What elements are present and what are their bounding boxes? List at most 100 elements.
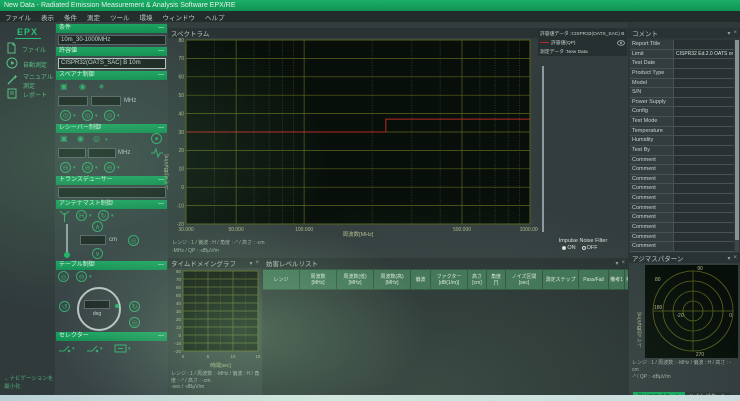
menu-item-1[interactable]: 表示 <box>41 12 54 22</box>
sidebar-item-file[interactable]: ファイル <box>6 42 46 56</box>
mast-speed-dial[interactable]: ↻ <box>98 210 109 221</box>
analyzer-connect-icon[interactable]: ◉ <box>79 82 86 92</box>
comment-row-value[interactable] <box>674 204 734 213</box>
chevron-down-icon[interactable]: ▾ <box>73 113 76 119</box>
chevron-down-icon[interactable]: ▾ <box>100 346 103 352</box>
analyzer-stop-freq-field[interactable] <box>91 96 121 106</box>
noise-filter-radio-on[interactable]: ON <box>562 245 575 251</box>
chevron-down-icon[interactable]: ▾ <box>73 165 76 171</box>
limit-section-header[interactable]: 許容値— <box>56 47 167 56</box>
pin-icon[interactable]: ▾ <box>249 260 252 267</box>
nav-minimize-button[interactable]: ←ナビゲーションを最小化 <box>4 374 55 390</box>
table-speed-button[interactable]: ⊖ <box>76 271 87 282</box>
close-icon[interactable]: × <box>733 255 737 261</box>
comment-row-value[interactable] <box>674 59 734 68</box>
close-icon[interactable]: × <box>255 260 259 266</box>
chevron-down-icon[interactable]: ▾ <box>128 346 131 352</box>
chevron-down-icon[interactable]: ▾ <box>95 113 98 119</box>
condition-select[interactable]: 10m_30-1000MHz <box>58 35 166 45</box>
comment-row-value[interactable] <box>674 242 734 251</box>
mast-up-button[interactable]: ∧ <box>92 221 103 232</box>
analyzer-preset-button-3[interactable]: ⊙ <box>104 110 115 121</box>
comment-row-value[interactable] <box>674 79 734 88</box>
comment-row-value[interactable] <box>674 127 734 136</box>
transducer-select[interactable] <box>58 187 166 198</box>
comment-row-value[interactable] <box>674 40 734 49</box>
receiver-detector-button-2[interactable]: ⊖ <box>82 162 93 173</box>
peak-search-icon[interactable]: ∗ <box>98 82 105 92</box>
legend-splitter[interactable] <box>542 66 544 232</box>
chevron-down-icon[interactable]: ▾ <box>105 137 108 143</box>
menu-item-0[interactable]: ファイル <box>5 12 31 22</box>
comment-row-value[interactable] <box>674 223 734 232</box>
list-column-header-9[interactable]: 測定ステップ <box>543 269 579 290</box>
comment-row-value[interactable] <box>674 88 734 97</box>
table-mode-button[interactable]: ◎ <box>58 271 69 282</box>
polarization-button[interactable]: H <box>76 210 87 221</box>
receiver-bcn-icon[interactable]: ◉ <box>77 134 84 144</box>
comment-row-value[interactable] <box>674 184 734 193</box>
analyzer-display-icon[interactable]: ▣ <box>60 82 68 92</box>
chevron-down-icon[interactable]: ▾ <box>72 346 75 352</box>
comment-scrollbar-track[interactable] <box>735 40 739 252</box>
comment-row-value[interactable] <box>674 194 734 203</box>
attenuator-icon[interactable] <box>150 147 164 159</box>
noise-filter-radio-off[interactable]: OFF <box>582 245 598 251</box>
comment-row-value[interactable] <box>674 136 734 145</box>
analyzer-preset-button-1[interactable]: ⊙ <box>60 110 71 121</box>
comment-row-value[interactable] <box>674 69 734 78</box>
pin-icon[interactable]: ▾ <box>615 260 618 267</box>
chevron-down-icon[interactable]: ▾ <box>117 165 120 171</box>
table-rotate-cw-button[interactable]: ↻ <box>129 301 140 312</box>
list-column-header-1[interactable]: 周波数[MHz] <box>300 269 337 290</box>
comment-scrollbar-thumb[interactable] <box>735 40 739 240</box>
receiver-stop-button[interactable]: ■ <box>151 133 162 144</box>
sidebar-item-auto-measure[interactable]: 自動測定 <box>6 57 47 71</box>
chevron-down-icon[interactable]: ▾ <box>117 113 120 119</box>
mast-down-button[interactable]: ∨ <box>92 248 103 259</box>
eye-icon[interactable] <box>617 40 625 46</box>
antenna-mast-section-header[interactable]: アンテナマスト制御— <box>56 200 167 209</box>
list-column-header-5[interactable]: ファクター[dB(1/m)] <box>431 269 468 290</box>
close-icon[interactable]: × <box>621 260 625 266</box>
comment-row-value[interactable] <box>674 165 734 174</box>
pin-icon[interactable]: ▾ <box>727 30 730 37</box>
turntable-angle-field[interactable] <box>84 300 110 309</box>
close-icon[interactable]: × <box>733 30 737 36</box>
list-column-header-6[interactable]: 高さ[cm] <box>468 269 487 290</box>
comment-row-value[interactable] <box>674 175 734 184</box>
list-column-header-10[interactable]: Pass/Fail <box>579 269 609 290</box>
receiver-start-freq-field[interactable] <box>58 148 86 158</box>
comment-row-value[interactable] <box>674 146 734 155</box>
menu-item-5[interactable]: 環境 <box>140 12 153 22</box>
comment-row-value[interactable] <box>674 98 734 107</box>
selector-switch-icon-3[interactable] <box>114 343 127 354</box>
list-column-header-4[interactable]: 偏波 <box>411 269 431 290</box>
list-column-header-12[interactable]: 備考2 <box>625 269 628 290</box>
comment-row-value[interactable] <box>674 117 734 126</box>
table-control-section-header[interactable]: テーブル制御— <box>56 261 167 270</box>
mast-height-field[interactable] <box>80 235 106 245</box>
selector-switch-icon-2[interactable] <box>86 343 99 354</box>
comment-row-value[interactable] <box>674 107 734 116</box>
chevron-down-icon[interactable]: ▾ <box>95 165 98 171</box>
analyzer-start-freq-field[interactable] <box>58 96 88 106</box>
chevron-down-icon[interactable]: ▾ <box>111 213 114 219</box>
spectrum-analyzer-section-header[interactable]: スペアナ制御— <box>56 71 167 80</box>
transducer-section-header[interactable]: トランスデューサー— <box>56 176 167 185</box>
list-column-header-2[interactable]: 周波数(低)[MHz] <box>337 269 374 290</box>
list-column-header-3[interactable]: 周波数(高)[MHz] <box>374 269 411 290</box>
chevron-down-icon[interactable]: ▾ <box>89 274 92 280</box>
selector-section-header[interactable]: セレクター— <box>56 332 167 341</box>
receiver-detector-button-3[interactable]: ⊖ <box>104 162 115 173</box>
list-column-header-0[interactable]: レンジ <box>263 269 300 290</box>
receiver-rts-icon[interactable]: ◎ <box>93 134 100 144</box>
list-column-header-8[interactable]: ノイズ区間[sec] <box>506 269 543 290</box>
receiver-detector-button-1[interactable]: ⊖ <box>60 162 71 173</box>
sidebar-item-report[interactable]: レポート <box>6 87 47 101</box>
limit-select[interactable]: CISPR32(OATS_SAC) B 10m <box>58 58 166 69</box>
mast-go-button[interactable]: ◎ <box>128 235 139 246</box>
list-column-header-7[interactable]: 角度[°] <box>487 269 506 290</box>
receiver-display-icon[interactable]: ▣ <box>60 134 68 144</box>
selector-switch-icon-1[interactable] <box>58 343 71 354</box>
